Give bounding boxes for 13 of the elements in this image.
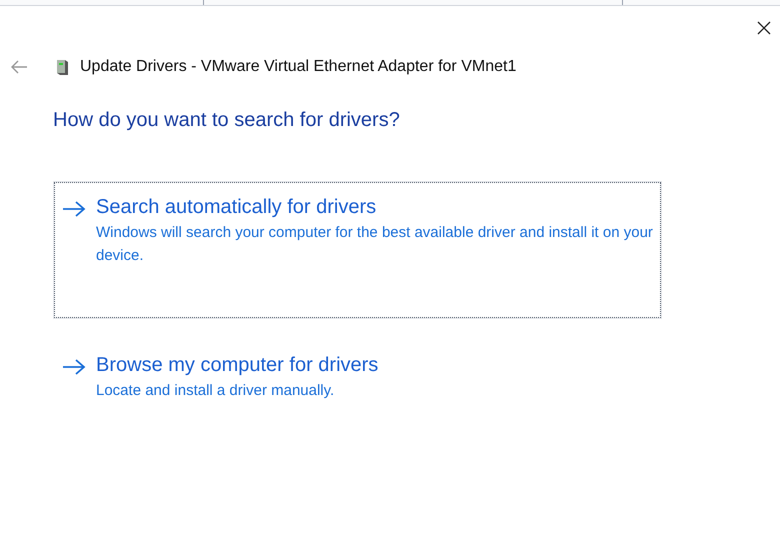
option-title: Browse my computer for drivers (96, 353, 378, 378)
close-icon (757, 21, 771, 35)
option-title: Search automatically for drivers (96, 195, 378, 220)
option-description: Locate and install a driver manually. (96, 381, 336, 401)
window-title: Update Drivers - VMware Virtual Ethernet Adapter for VMnet1 (80, 57, 516, 77)
right-arrow-icon (62, 358, 86, 376)
network-device-icon (54, 58, 70, 76)
back-arrow-icon (10, 60, 28, 74)
page-heading: How do you want to search for drivers? (53, 108, 401, 133)
option-description: Windows will search your computer for the best available driver and install it on your device. (96, 223, 654, 266)
option-link[interactable]: Browse my computer for drivers Locate and install a driver manually. (53, 339, 662, 415)
right-arrow-icon (62, 200, 86, 218)
option-link[interactable]: Search automatically for drivers Windows will search your computer for the best available driver and install it on your device. (53, 181, 662, 319)
